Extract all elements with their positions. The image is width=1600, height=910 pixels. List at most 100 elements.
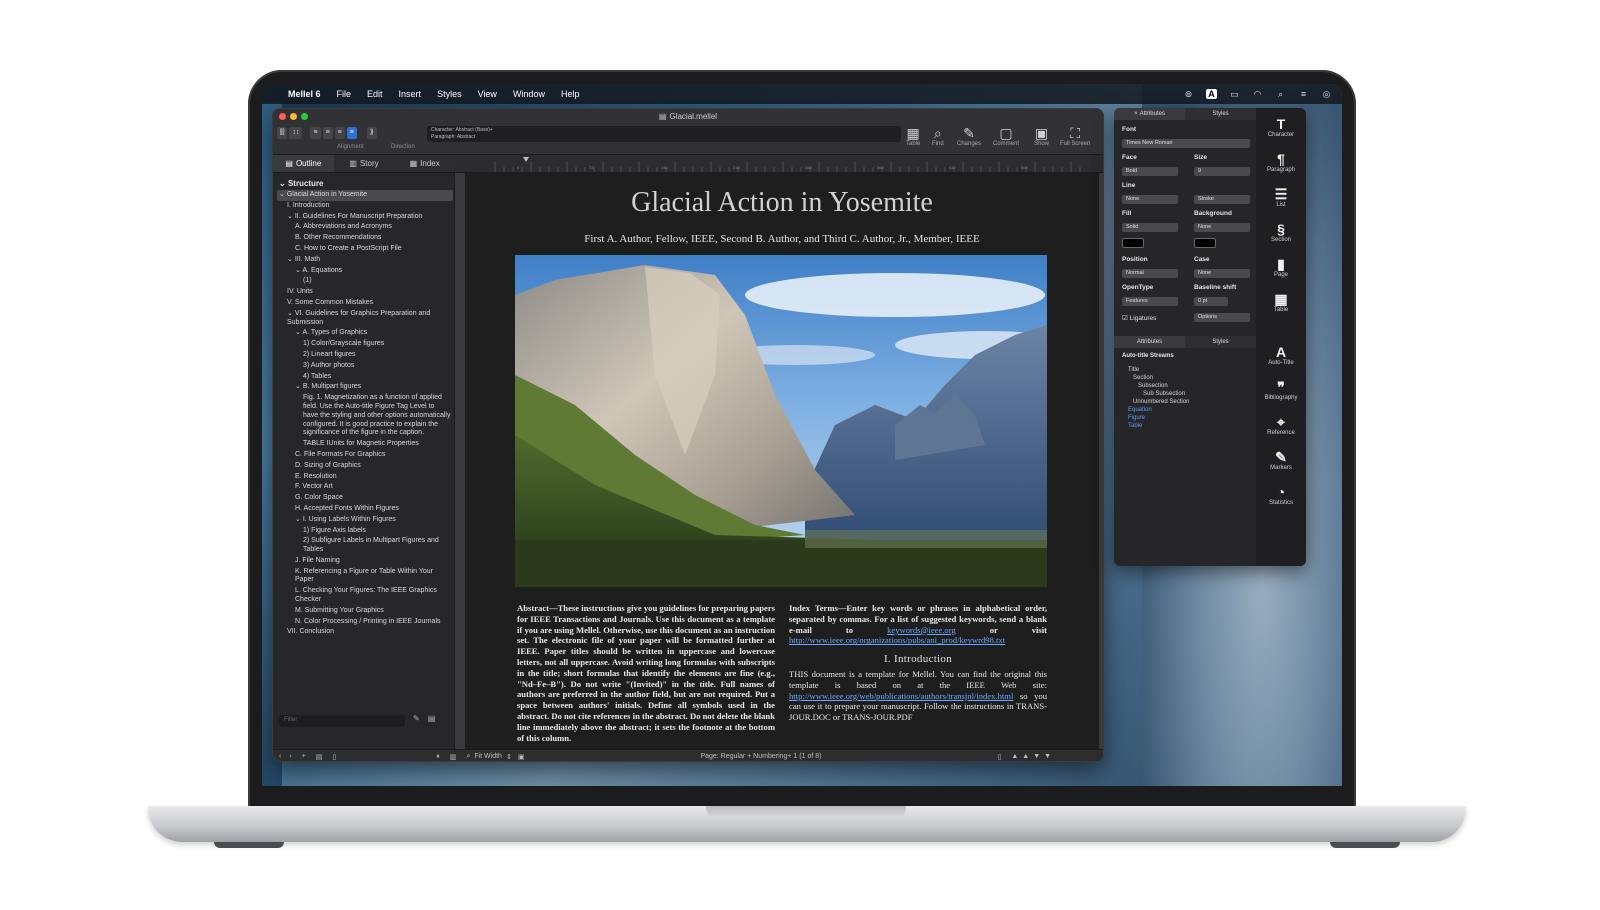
style-readout[interactable]: Character: Abstract (Base)+ Paragraph: A… [427, 126, 901, 142]
stepper-icon[interactable]: ⇕ [506, 753, 512, 761]
menu-app-name[interactable]: Mellel 6 [280, 89, 329, 99]
align-justify-button[interactable]: ≡ [346, 127, 357, 139]
ieee-url-link[interactable]: http://www.ieee.org/web/publications/aut… [789, 691, 1013, 701]
inspector-markers-button[interactable]: ✎ Markers [1256, 449, 1306, 471]
zoom-fit-icon[interactable]: ▣ [518, 753, 525, 761]
keywords-url-link[interactable]: http://www.ieee.org/organizations/pubs/a… [789, 635, 1005, 645]
filter-input[interactable]: Filter [279, 715, 405, 727]
outline-item[interactable]: C. File Formats For Graphics [277, 450, 453, 461]
creative-cloud-icon[interactable]: ⊚ [1183, 89, 1194, 100]
outline-item[interactable]: 1) Figure Axis labels [277, 526, 453, 537]
forward-arrow-icon[interactable]: › [289, 753, 291, 760]
battery-icon[interactable]: ▭ [1229, 89, 1240, 100]
edit-pencil-icon[interactable]: ✎ [413, 714, 420, 723]
menu-edit[interactable]: Edit [359, 89, 391, 99]
outline-item[interactable]: M. Submitting Your Graphics [277, 606, 453, 617]
tab-styles-2[interactable]: Styles [1185, 336, 1256, 348]
outline-item[interactable]: A. Abbreviations and Acronyms [277, 222, 453, 233]
outline-item[interactable]: D. Sizing of Graphics [277, 461, 453, 472]
close-icon[interactable]: × [1134, 111, 1138, 117]
outline-item[interactable]: Fig. 1. Magnetization as a function of a… [277, 393, 453, 439]
chevron-down-icon[interactable]: ⌄ [287, 310, 295, 317]
stream-item[interactable]: Figure [1128, 414, 1238, 422]
page-icon[interactable]: ▯ [997, 753, 1001, 761]
tab-index[interactable]: ▦ Index [394, 155, 455, 172]
outline-item[interactable]: B. Other Recommendations [277, 233, 453, 244]
input-source-icon[interactable]: A [1206, 89, 1217, 99]
background-color-swatch[interactable] [1194, 238, 1216, 248]
outline-item[interactable]: V. Some Common Mistakes [277, 298, 453, 309]
stream-item[interactable]: Sub Subsection [1128, 390, 1238, 398]
chevron-down-icon[interactable]: ⌄ [287, 256, 295, 263]
outline-item[interactable]: 4) Tables [277, 372, 453, 383]
control-center-icon[interactable]: ≡ [1298, 89, 1309, 99]
tab-styles[interactable]: Styles [1185, 108, 1256, 120]
search-icon[interactable]: ⌕ [1275, 89, 1286, 100]
inspector-page-button[interactable]: ▮ Page [1256, 256, 1306, 278]
comment-button[interactable]: ▢ Comment [993, 125, 1019, 147]
column-icon[interactable]: ⫿⫿ [277, 127, 288, 139]
menu-file[interactable]: File [329, 89, 360, 99]
inspector-reference-button[interactable]: ⌖ Reference [1256, 414, 1306, 436]
page-view-icon[interactable]: ▯ [332, 753, 336, 761]
siri-icon[interactable]: ◎ [1321, 89, 1332, 100]
inspector-character-button[interactable]: T Character [1256, 116, 1306, 138]
direction-button[interactable]: ⟫ [366, 127, 377, 139]
outline-item[interactable]: C. How to Create a PostScript File [277, 244, 453, 255]
inspector-paragraph-button[interactable]: ¶ Paragraph [1256, 151, 1306, 173]
show-button[interactable]: ▣ Show [1034, 125, 1049, 147]
stream-item[interactable]: Unnumbered Section [1128, 398, 1238, 406]
case-select[interactable]: None [1194, 269, 1250, 278]
inspector-auto-title-button[interactable]: A Auto-Title [1256, 344, 1306, 366]
outline-item[interactable]: ⌄ III. Math [277, 255, 453, 266]
document-page[interactable]: Glacial Action in Yosemite First A. Auth… [465, 173, 1099, 749]
structure-heading[interactable]: ⌄ Structure [279, 179, 324, 188]
inspector-section-button[interactable]: § Section [1256, 221, 1306, 243]
inspector-bibliography-button[interactable]: ❞ Bibliography [1256, 379, 1306, 401]
inspector-list-button[interactable]: ☰ List [1256, 186, 1306, 208]
outline-item[interactable]: ⌄ B. Multipart figures [277, 382, 453, 393]
line-select[interactable]: None [1122, 195, 1178, 204]
stream-item[interactable]: Subsection [1128, 382, 1238, 390]
stream-item[interactable]: Section [1128, 374, 1238, 382]
align-center-button[interactable]: ≡ [322, 127, 333, 139]
outline-item[interactable]: IV. Units [277, 287, 453, 298]
stream-item[interactable]: Title [1128, 366, 1238, 374]
indent-marker[interactable] [523, 157, 529, 162]
menu-styles[interactable]: Styles [429, 89, 470, 99]
face-select[interactable]: Bold [1122, 167, 1178, 176]
tab-attributes[interactable]: × Attributes [1114, 108, 1185, 120]
fill-color-swatch[interactable] [1122, 238, 1144, 248]
align-left-button[interactable]: ≡ [310, 127, 321, 139]
opentype-select[interactable]: Features [1122, 297, 1178, 306]
outline-item[interactable]: ⌄ A. Types of Graphics [277, 328, 453, 339]
list-view-icon[interactable]: ▤ [316, 753, 323, 761]
minimize-button[interactable] [290, 113, 297, 120]
fill-select[interactable]: Solid [1122, 223, 1178, 232]
ligatures-checkbox[interactable]: ☑ Ligatures [1122, 314, 1156, 322]
chevron-down-icon[interactable]: ⌄ [295, 383, 303, 390]
menu-insert[interactable]: Insert [391, 89, 430, 99]
outline-item[interactable]: J. File Naming [277, 556, 453, 567]
ruler[interactable]: 0 72 144 216 288 360 432 504 [455, 155, 1103, 173]
outline-item[interactable]: ⌄ I. Using Labels Within Figures [277, 515, 453, 526]
wifi-icon[interactable]: ◠ [1252, 89, 1263, 100]
find-button[interactable]: ⌕ Find [932, 125, 944, 147]
outline-item[interactable]: VII. Conclusion [277, 627, 453, 638]
stroke-select[interactable]: Stroke [1194, 195, 1250, 204]
outline-item[interactable]: N. Color Processing / Printing in IEEE J… [277, 617, 453, 628]
zoom-select[interactable]: Fit Width [474, 753, 502, 760]
changes-button[interactable]: ✎ Changes [957, 125, 981, 147]
zoom-button[interactable] [301, 113, 308, 120]
nav-down-icon-2[interactable]: ▼ [1044, 753, 1051, 760]
outline-item[interactable]: K. Referencing a Figure or Table Within … [277, 567, 453, 587]
outline-item[interactable]: 3) Author photos [277, 361, 453, 372]
outline-item[interactable]: H. Accepted Fonts Within Figures [277, 504, 453, 515]
chevron-down-icon[interactable]: ⌄ [295, 516, 303, 523]
stream-item[interactable]: Table [1128, 422, 1238, 430]
sidebar-menu-icon[interactable]: ▤ [428, 714, 436, 723]
nav-up-icon[interactable]: ▲ [1011, 753, 1018, 760]
baseline-shift-field[interactable]: 0 pt [1194, 297, 1228, 306]
outline-item[interactable]: ⌄ Glacial Action in Yosemite [277, 190, 453, 201]
full-screen-button[interactable]: ⛶ Full Screen [1060, 125, 1090, 147]
